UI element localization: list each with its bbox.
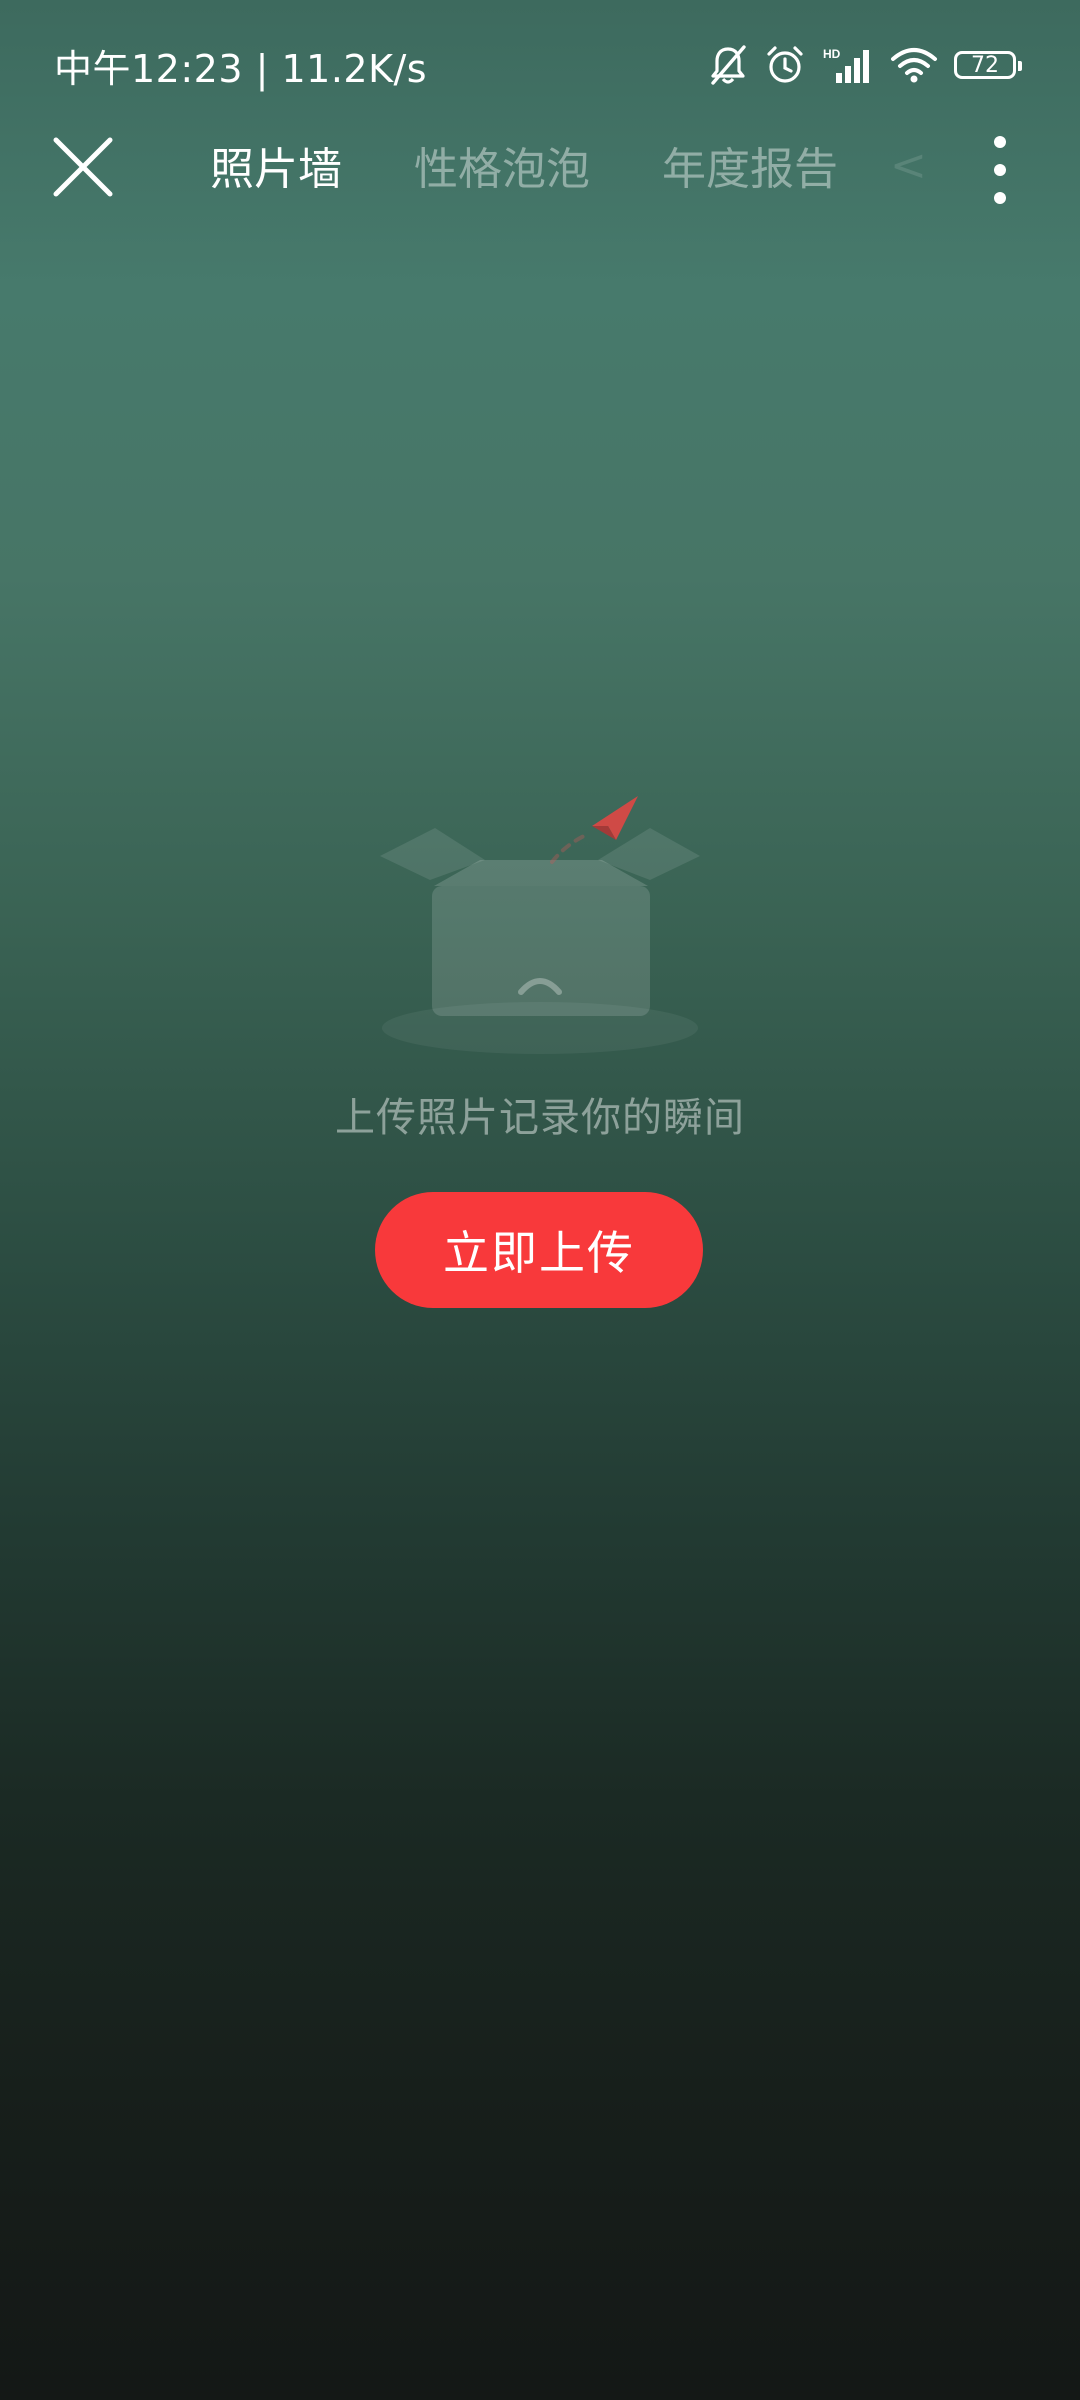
empty-box-with-paper-plane-icon (370, 790, 710, 1060)
close-button[interactable] (48, 132, 118, 202)
network-label: HD (823, 47, 841, 61)
status-time-speed: 中午12:23 | 11.2K/s (54, 47, 428, 91)
battery-icon: 72 (954, 51, 1022, 79)
battery-level: 72 (971, 52, 999, 78)
alarm-icon (764, 44, 806, 86)
tab-bar: 照片墙 性格泡泡 年度报告 (210, 130, 838, 200)
tab-overflow-hint: < (890, 139, 927, 191)
bell-muted-icon (708, 44, 748, 86)
tab-photo-wall[interactable]: 照片墙 (210, 133, 342, 197)
more-vertical-icon (994, 136, 1006, 204)
empty-state-message: 上传照片记录你的瞬间 (335, 1095, 745, 1141)
status-bar: 中午12:23 | 11.2K/s HD 72 (0, 0, 1080, 120)
more-options-button[interactable] (980, 128, 1020, 208)
upload-now-button[interactable]: 立即上传 (375, 1192, 703, 1308)
top-nav: 照片墙 性格泡泡 年度报告 < (0, 120, 1080, 270)
close-icon (53, 137, 113, 197)
tab-personality-bubbles[interactable]: 性格泡泡 (414, 133, 590, 197)
wifi-icon (890, 45, 938, 85)
signal-icon: HD (822, 45, 874, 85)
status-icons: HD 72 (708, 40, 1024, 90)
tab-annual-report[interactable]: 年度报告 (662, 133, 838, 197)
